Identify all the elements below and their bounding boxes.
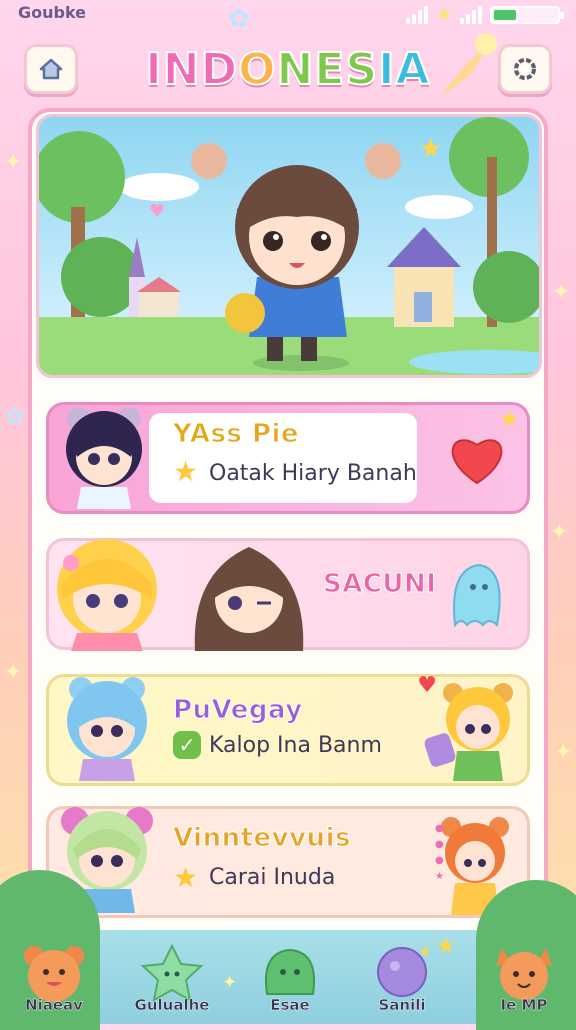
svg-text:★: ★ — [419, 134, 442, 164]
dot-decoration: ● ● ● ★ — [435, 823, 444, 882]
character-avatar — [443, 683, 513, 781]
title-letter: N — [162, 43, 201, 96]
list-item[interactable]: PuVegay ✓ Kalop Ina Banm ♥ — [46, 673, 530, 786]
heart-icon — [451, 439, 503, 485]
item-subtitle: Oatak Hiary Banah — [209, 461, 417, 486]
item-title: YAss Pie — [172, 419, 300, 450]
title-letter: S — [344, 43, 379, 96]
title-letter: I — [377, 43, 396, 96]
title-letter: N — [276, 43, 315, 96]
slime-icon — [265, 948, 315, 995]
character-avatar — [57, 539, 157, 651]
sparkle-icon: ✦ — [222, 972, 238, 993]
item-subtitle: Kalop Ina Banm — [209, 733, 382, 758]
wifi-icon — [460, 5, 482, 24]
character-avatar — [67, 677, 147, 781]
title-letter: A — [395, 43, 431, 96]
nav-label: Esae — [270, 996, 310, 1014]
title-letter: E — [313, 43, 346, 96]
title-letter: O — [237, 43, 277, 96]
svg-text:♥: ♥ — [149, 201, 165, 222]
page-title: INDONESIA — [0, 43, 576, 96]
signal-icon — [405, 5, 428, 24]
sparkle-icon: ★ — [436, 934, 456, 959]
star-status-icon: ★ — [435, 4, 452, 25]
nav-label: Ie MP — [500, 996, 548, 1014]
settings-icon — [514, 58, 536, 80]
status-bar: Goubke ★ — [0, 0, 576, 28]
planet-icon: ★ — [377, 944, 432, 997]
item-title: PuVegay — [173, 695, 303, 726]
list-item[interactable]: Vinntevvuis ★ Carai Inuda ● ● ● ★ — [46, 806, 530, 918]
nav-label: Niaeav — [25, 996, 83, 1014]
sparkle-icon: ★ — [499, 407, 519, 432]
nav-label: Sanili — [378, 996, 426, 1014]
item-subtitle: Carai Inuda — [209, 865, 336, 890]
list-item[interactable]: SACUNI — [46, 538, 530, 651]
heart-icon: ♥ — [417, 673, 437, 698]
star-badge-icon: ★ — [173, 861, 199, 894]
battery-icon — [490, 5, 564, 24]
bear-icon — [24, 946, 84, 1002]
settings-button[interactable] — [498, 44, 552, 94]
app-name: Goubke — [18, 3, 87, 22]
list-item[interactable]: YAss Pie ★ Oatak Hiary Banah ★ — [46, 402, 530, 514]
item-title: SACUNI — [322, 569, 437, 600]
character-avatar — [194, 547, 304, 651]
nav-label: Gulualhe — [134, 996, 210, 1014]
check-badge-icon: ✓ — [173, 731, 201, 759]
svg-text:★: ★ — [419, 944, 432, 960]
fox-icon — [496, 948, 552, 1000]
ghost-icon — [453, 563, 501, 628]
title-letter: I — [144, 43, 163, 96]
hero-illustration: ★ ♥ — [36, 114, 542, 378]
character-avatar — [66, 407, 142, 509]
star-icon — [140, 943, 204, 1002]
star-badge-icon: ★ — [173, 455, 199, 488]
title-letter: D — [200, 43, 239, 96]
item-title: Vinntevvuis — [173, 823, 351, 854]
